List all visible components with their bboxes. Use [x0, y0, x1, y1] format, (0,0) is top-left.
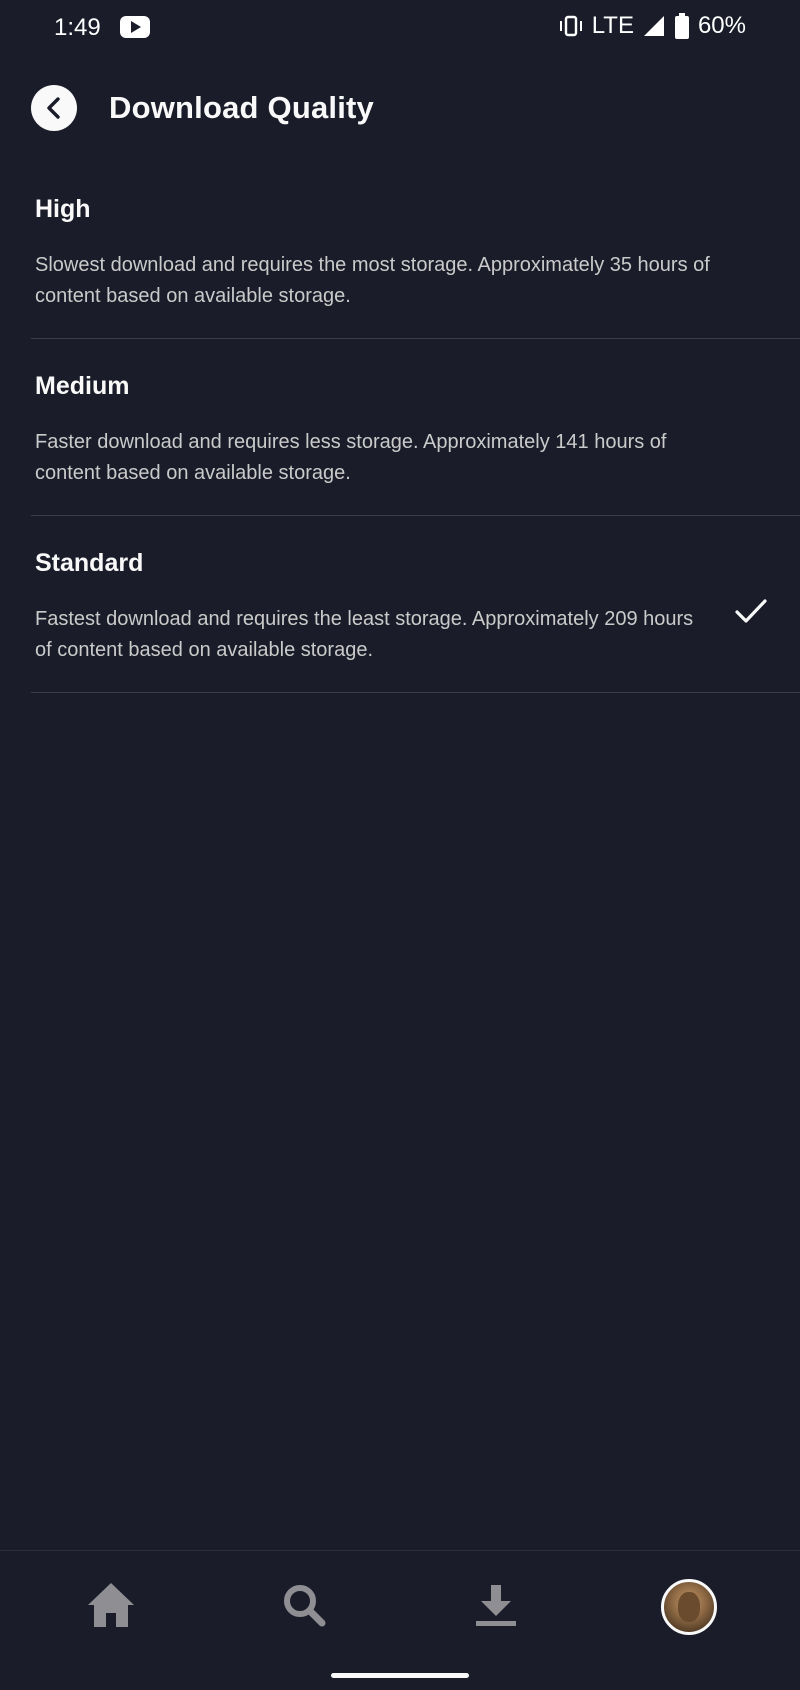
status-icons: LTE 60%: [558, 12, 746, 40]
option-title: High: [35, 195, 91, 223]
home-indicator[interactable]: [331, 1673, 469, 1678]
option-description: Faster download and requires less storag…: [35, 431, 667, 484]
option-high[interactable]: High Slowest download and requires the m…: [31, 162, 800, 339]
avatar: [661, 1579, 717, 1635]
nav-profile[interactable]: [661, 1579, 717, 1635]
option-title: Standard: [35, 549, 144, 577]
battery-level: 60%: [697, 12, 746, 39]
avatar-image: [678, 1592, 700, 1622]
option-description: Slowest download and requires the most s…: [35, 254, 710, 307]
network-type: LTE: [591, 12, 634, 39]
search-icon: [282, 1583, 326, 1632]
nav-downloads[interactable]: [468, 1579, 524, 1635]
nav-home[interactable]: [83, 1579, 139, 1635]
quality-options-list: High Slowest download and requires the m…: [31, 162, 800, 693]
home-icon: [86, 1581, 136, 1634]
option-description: Fastest download and requires the least …: [35, 608, 694, 661]
signal-icon: [642, 14, 666, 38]
status-time: 1:49: [54, 14, 101, 41]
status-bar: 1:49 LTE 60%: [0, 0, 800, 58]
checkmark-icon: [734, 598, 768, 631]
page-title: Download Quality: [109, 90, 374, 125]
downloads-icon: [474, 1583, 518, 1632]
battery-icon: [674, 13, 690, 39]
option-title: Medium: [35, 372, 130, 400]
bottom-nav: [0, 1550, 800, 1690]
back-button[interactable]: [31, 85, 77, 131]
option-standard[interactable]: Standard Fastest download and requires t…: [31, 516, 800, 693]
option-medium[interactable]: Medium Faster download and requires less…: [31, 339, 800, 516]
nav-search[interactable]: [276, 1579, 332, 1635]
youtube-icon: [120, 16, 150, 38]
vibrate-icon: [558, 14, 584, 38]
header: Download Quality: [0, 84, 800, 136]
